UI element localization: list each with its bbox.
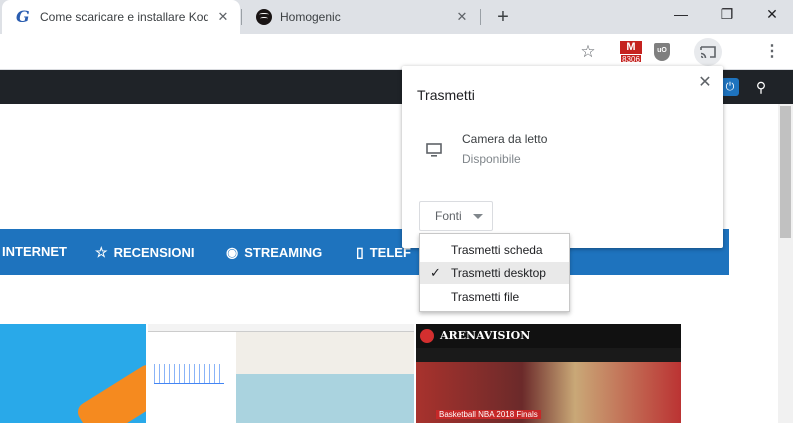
- nav-internet[interactable]: INTERNET: [2, 229, 67, 275]
- cast-dialog: Trasmetti ✕ Camera da letto Disponibile …: [402, 66, 723, 248]
- chevron-down-icon: [473, 214, 483, 219]
- tab-close-icon[interactable]: ✕: [216, 10, 230, 24]
- thumbnail-chart: [154, 364, 224, 384]
- tab-close-icon[interactable]: ✕: [455, 10, 469, 24]
- article-thumbnail-arenavision[interactable]: ARENAVISION Basketball NBA 2018 Finals: [416, 324, 681, 423]
- tab-title: Come scaricare e installare Kodi su: [40, 10, 208, 24]
- scrollbar-thumb[interactable]: [780, 106, 791, 238]
- source-label: Trasmetti desktop: [451, 266, 546, 280]
- mega-extension-label: M: [620, 41, 642, 54]
- sources-dropdown[interactable]: Fonti: [419, 201, 493, 231]
- close-icon[interactable]: ✕: [698, 75, 712, 91]
- g-italic-icon: G: [16, 7, 30, 26]
- tab-separator: [480, 9, 481, 25]
- bookmark-star-icon[interactable]: ☆: [578, 42, 598, 62]
- spotify-icon: [256, 9, 272, 25]
- sources-menu: Trasmetti scheda ✓ Trasmetti desktop Tra…: [419, 233, 570, 312]
- power-icon[interactable]: ⏻: [721, 78, 739, 96]
- browser-toolbar: ☆ M 8306 uO ⋮: [0, 34, 793, 70]
- cast-sink-status: Disponibile: [462, 152, 521, 166]
- arenavision-logo-icon: [420, 329, 434, 343]
- arenavision-logo: ARENAVISION: [440, 329, 531, 342]
- browser-menu-icon[interactable]: ⋮: [764, 43, 780, 61]
- star-icon: ☆: [95, 244, 108, 260]
- page-scrollbar[interactable]: [778, 104, 793, 423]
- close-window-button[interactable]: ✕: [759, 4, 785, 24]
- tab-kodi[interactable]: G Come scaricare e installare Kodi su ✕: [2, 0, 240, 34]
- cast-dialog-title: Trasmetti: [417, 87, 475, 103]
- thumbnail-shape: [74, 361, 146, 423]
- minimize-button[interactable]: —: [668, 4, 694, 24]
- thumbnail-land: [236, 332, 414, 376]
- cast-sink-name[interactable]: Camera da letto: [462, 132, 547, 146]
- tab-homogenic[interactable]: Homogenic ✕: [242, 0, 479, 34]
- source-tab[interactable]: Trasmetti scheda: [420, 239, 569, 261]
- thumbnail-toolbar: [148, 324, 414, 332]
- mega-badge: 8306: [620, 54, 642, 64]
- check-icon: ✓: [430, 265, 441, 280]
- phone-icon: ▯: [356, 244, 364, 260]
- source-file[interactable]: Trasmetti file: [420, 286, 569, 308]
- nav-label: STREAMING: [244, 245, 323, 260]
- ublock-extension-icon[interactable]: uO: [654, 43, 670, 61]
- mega-extension-icon[interactable]: M 8306: [620, 41, 642, 64]
- cast-icon: [700, 46, 716, 59]
- thumbnail-sea: [236, 374, 414, 423]
- monitor-icon: [426, 143, 442, 157]
- thumbnail-caption: Basketball NBA 2018 Finals: [436, 410, 541, 419]
- nav-label: INTERNET: [2, 244, 67, 259]
- source-label: Trasmetti file: [451, 290, 520, 304]
- source-label: Trasmetti scheda: [451, 243, 543, 257]
- search-icon[interactable]: ⚲: [752, 78, 770, 96]
- nav-streaming[interactable]: ◉ STREAMING: [226, 229, 322, 275]
- thumbnail-menu: [416, 348, 681, 362]
- source-desktop[interactable]: ✓ Trasmetti desktop: [420, 262, 569, 284]
- nav-label: RECENSIONI: [113, 245, 195, 260]
- cast-button[interactable]: [694, 38, 722, 66]
- tab-title: Homogenic: [280, 10, 341, 24]
- nav-recensioni[interactable]: ☆ RECENSIONI: [95, 229, 194, 275]
- new-tab-button[interactable]: +: [492, 6, 514, 28]
- sources-label: Fonti: [435, 209, 462, 223]
- restore-button[interactable]: ❐: [714, 4, 740, 24]
- tab-strip: G Come scaricare e installare Kodi su ✕ …: [0, 0, 793, 34]
- article-thumbnail-map[interactable]: [148, 324, 414, 423]
- article-thumbnail-kodi[interactable]: [0, 324, 146, 423]
- play-circle-icon: ◉: [226, 244, 239, 260]
